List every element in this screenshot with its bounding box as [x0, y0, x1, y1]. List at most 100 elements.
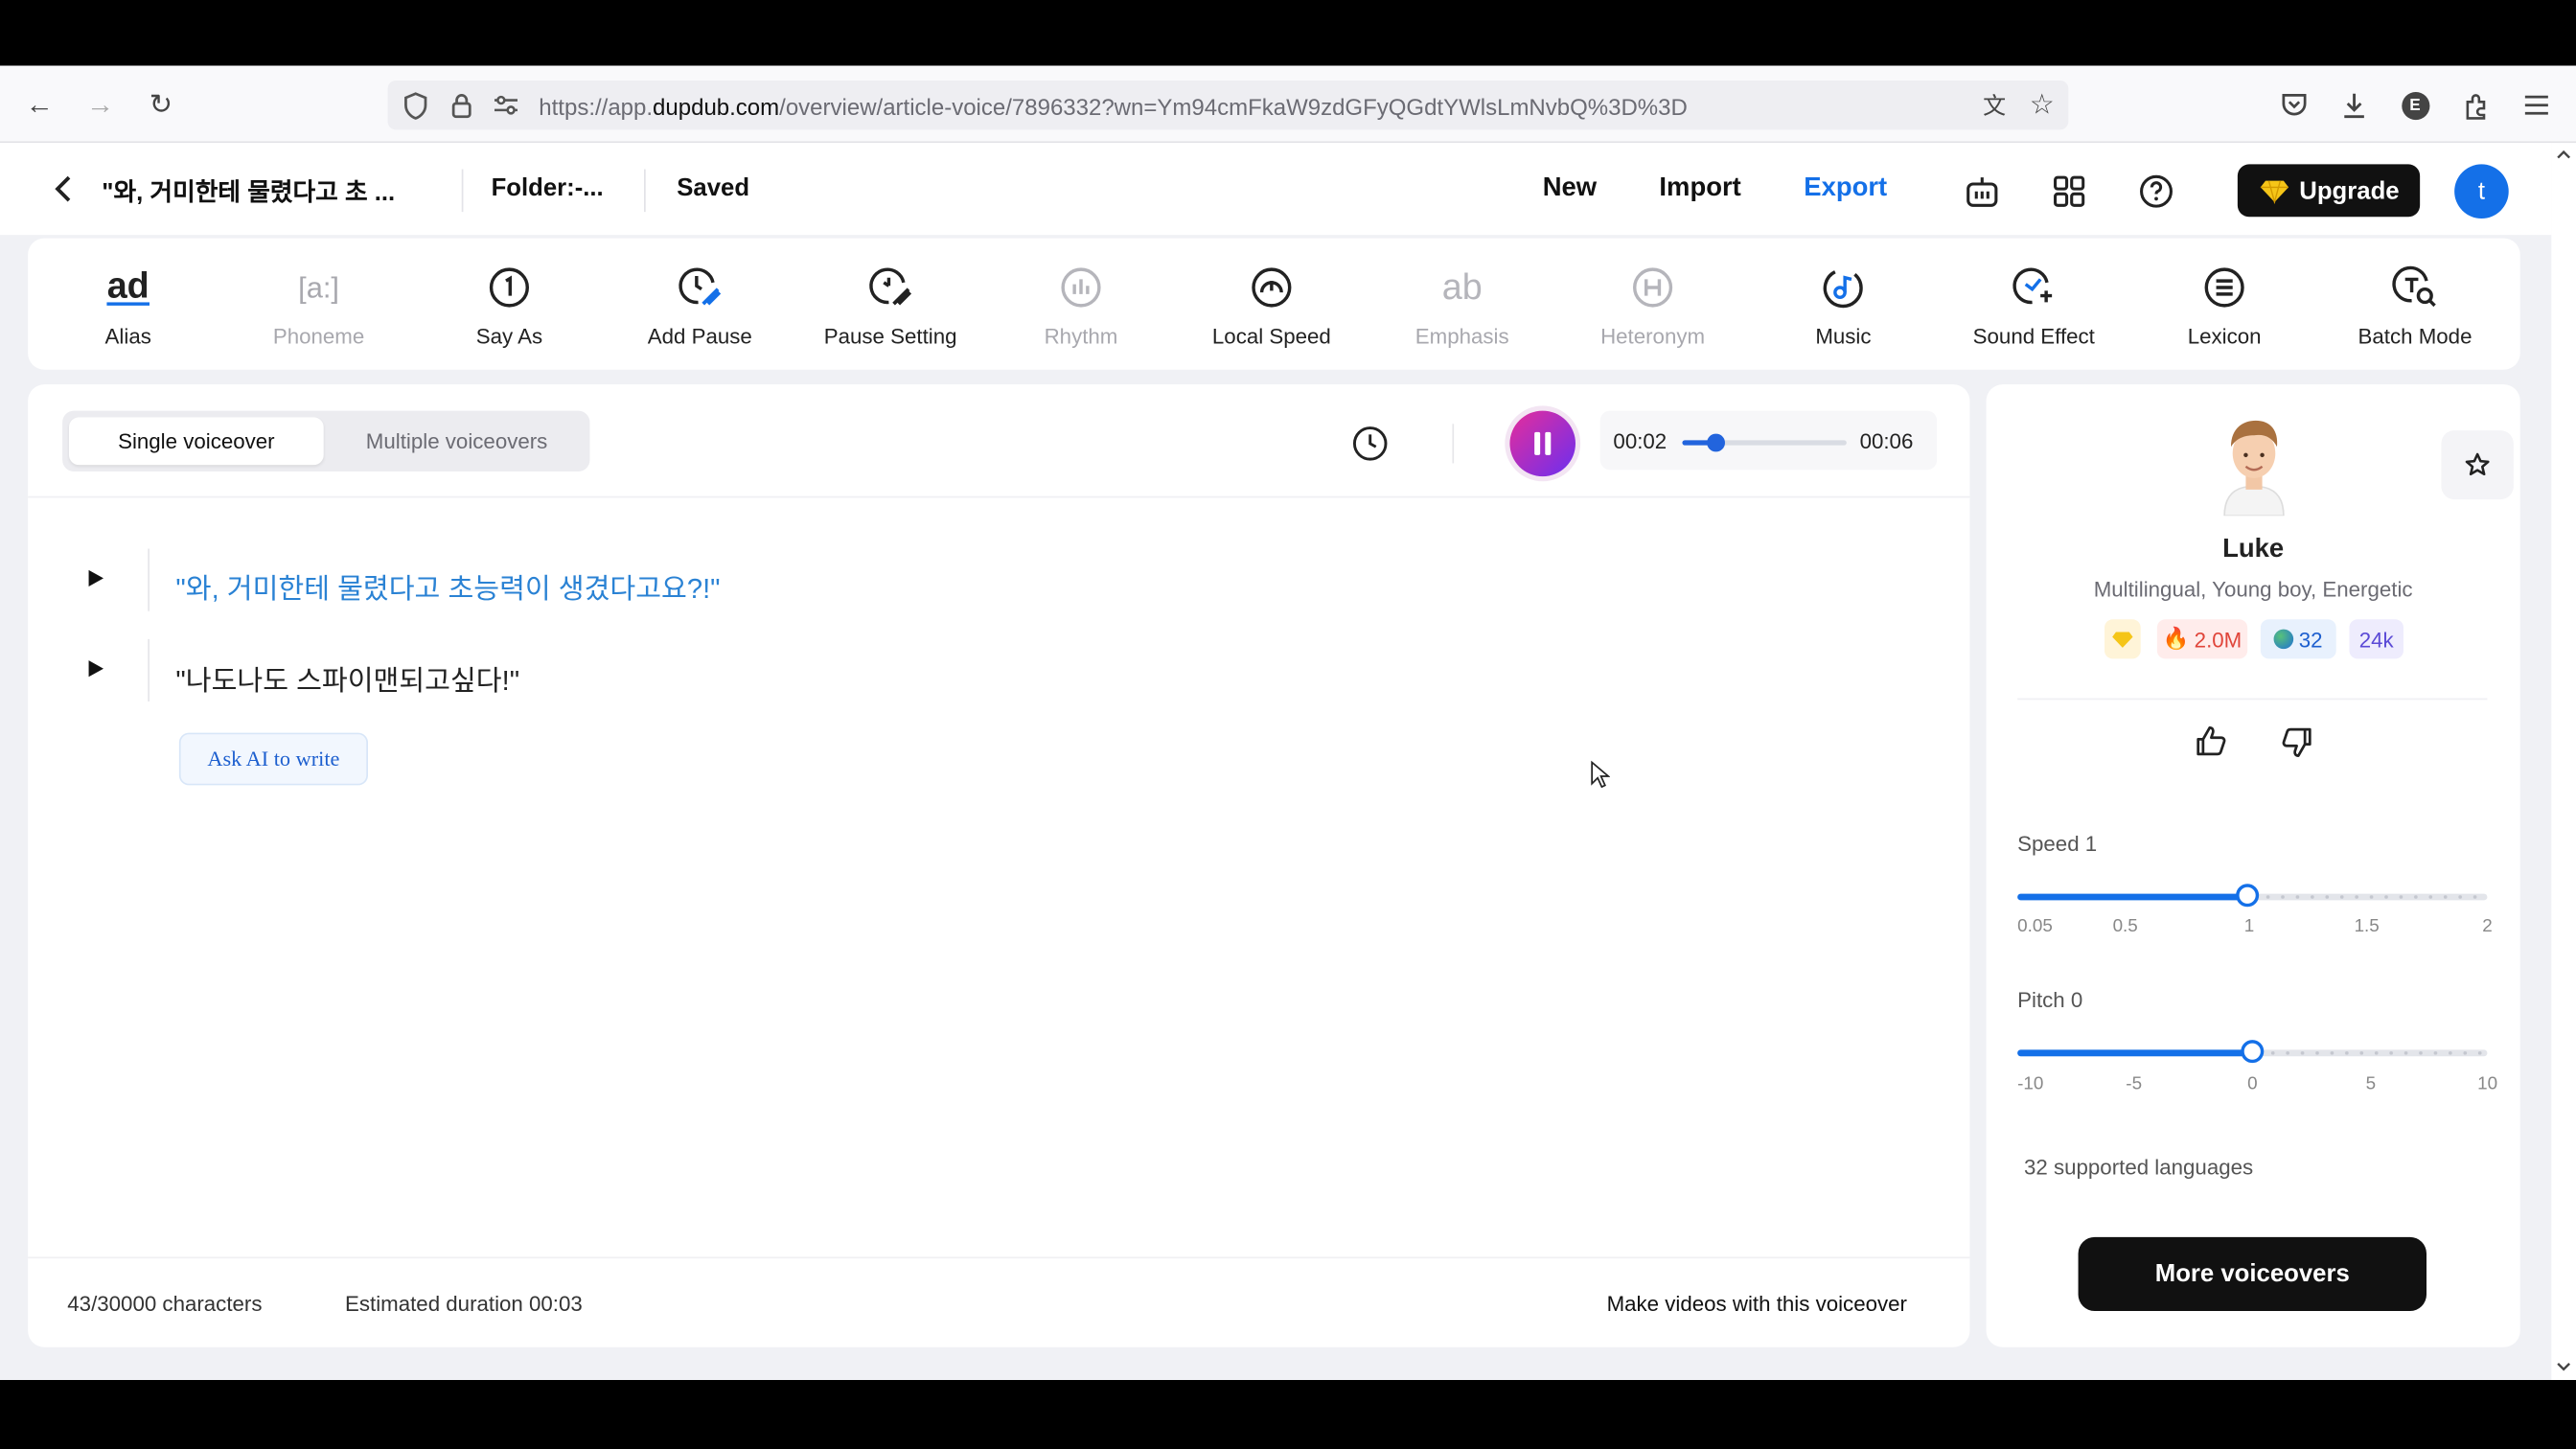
- thumbs-up-icon[interactable]: [2194, 723, 2230, 759]
- pause-icon: [1534, 431, 1552, 455]
- speed-tick: 1: [2243, 916, 2255, 937]
- supported-languages-link[interactable]: 32 supported languages: [2024, 1155, 2253, 1180]
- tool-lexicon[interactable]: Lexicon: [2134, 239, 2315, 370]
- pocket-icon[interactable]: [2277, 89, 2310, 122]
- pitch-tick: 10: [2477, 1074, 2498, 1094]
- tool-alias[interactable]: ad Alias: [37, 239, 218, 370]
- voiceover-mode-toggle: Single voiceover Multiple voiceovers: [62, 410, 590, 472]
- rhythm-icon: [1056, 263, 1105, 311]
- multiple-voiceovers-tab[interactable]: Multiple voiceovers: [331, 417, 584, 465]
- forward-icon[interactable]: →: [83, 89, 116, 122]
- import-button[interactable]: Import: [1659, 174, 1740, 204]
- pitch-tick: 0: [2247, 1074, 2258, 1094]
- pitch-tick: -5: [2126, 1074, 2143, 1094]
- new-button[interactable]: New: [1543, 174, 1597, 204]
- shield-icon[interactable]: [401, 90, 430, 120]
- tool-rhythm[interactable]: Rhythm: [991, 239, 1172, 370]
- lock-icon[interactable]: [447, 90, 476, 120]
- app-header: "와, 거미한테 물렸다고 초 ... Folder:-... Saved Ne…: [0, 143, 2552, 236]
- favorite-button[interactable]: [2441, 430, 2514, 500]
- play-line-1-icon[interactable]: [88, 569, 104, 586]
- folder-label[interactable]: Folder:-...: [492, 174, 604, 202]
- user-avatar[interactable]: t: [2454, 164, 2509, 218]
- back-arrow-icon[interactable]: [46, 172, 79, 205]
- help-icon[interactable]: [2136, 171, 2175, 210]
- make-videos-link[interactable]: Make videos with this voiceover: [1607, 1291, 1907, 1316]
- translate-icon[interactable]: 文: [1978, 90, 2011, 120]
- apps-grid-icon[interactable]: [2049, 171, 2088, 210]
- more-voiceovers-button[interactable]: More voiceovers: [2078, 1236, 2426, 1311]
- divider: [28, 1256, 1970, 1259]
- pitch-slider[interactable]: [2017, 1040, 2488, 1064]
- project-title[interactable]: "와, 거미한테 물렸다고 초 ...: [102, 174, 395, 209]
- batch-mode-icon: [2390, 263, 2439, 311]
- voice-avatar[interactable]: [2215, 414, 2293, 518]
- tool-label: Say As: [475, 323, 543, 349]
- line-gutter: [148, 638, 150, 702]
- tool-local-speed[interactable]: Local Speed: [1182, 239, 1363, 370]
- script-line-2[interactable]: "나도나도 스파이맨되고싶다!": [175, 657, 519, 699]
- voice-name: Luke: [2222, 535, 2285, 564]
- add-pause-icon: [676, 263, 724, 311]
- tool-say-as[interactable]: Say As: [419, 239, 600, 370]
- tool-phoneme[interactable]: [a:] Phoneme: [228, 239, 409, 370]
- download-icon[interactable]: [2337, 89, 2370, 122]
- languages-badge: 32: [2260, 619, 2336, 659]
- tool-sound-effect[interactable]: Sound Effect: [1944, 239, 2125, 370]
- reload-icon[interactable]: ↻: [145, 89, 177, 122]
- tool-add-pause[interactable]: Add Pause: [610, 239, 791, 370]
- export-button[interactable]: Export: [1804, 174, 1887, 204]
- page-scrollbar[interactable]: [2551, 143, 2576, 1381]
- upgrade-label: Upgrade: [2299, 176, 2400, 205]
- bookmark-star-icon[interactable]: ☆: [2026, 89, 2058, 122]
- back-icon[interactable]: ←: [23, 89, 56, 122]
- alias-icon: ad: [106, 264, 150, 306]
- url-text[interactable]: https://app.dupdub.com/overview/article-…: [539, 94, 1688, 120]
- script-editor: Single voiceover Multiple voiceovers 00:…: [28, 384, 1970, 1347]
- current-time: 00:02: [1613, 428, 1668, 454]
- upgrade-button[interactable]: Upgrade: [2237, 164, 2421, 218]
- tool-music[interactable]: Music: [1753, 239, 1934, 370]
- pause-button[interactable]: [1509, 410, 1576, 477]
- playback-progress-handle[interactable]: [1707, 433, 1725, 452]
- tool-label: Phoneme: [272, 323, 365, 349]
- address-bar[interactable]: https://app.dupdub.com/overview/article-…: [387, 80, 2069, 130]
- dupdub-app: "와, 거미한테 물렸다고 초 ... Folder:-... Saved Ne…: [0, 143, 2552, 1381]
- profile-icon[interactable]: E: [2399, 89, 2431, 122]
- single-voiceover-tab[interactable]: Single voiceover: [69, 417, 324, 466]
- globe-icon: [2274, 629, 2294, 650]
- play-line-2-icon[interactable]: [88, 660, 104, 678]
- music-icon: [1819, 263, 1868, 311]
- scroll-down-icon[interactable]: [2556, 1362, 2570, 1371]
- speed-slider-handle[interactable]: [2236, 884, 2260, 908]
- history-clock-icon[interactable]: [1350, 424, 1390, 463]
- robot-icon[interactable]: [1962, 171, 2001, 210]
- tool-heteronym[interactable]: Heteronym: [1562, 239, 1743, 370]
- permissions-icon[interactable]: [492, 90, 521, 120]
- thumbs-down-icon[interactable]: [2279, 724, 2315, 761]
- speed-slider[interactable]: [2017, 884, 2488, 908]
- pitch-slider-handle[interactable]: [2241, 1040, 2265, 1064]
- tool-label: Music: [1815, 323, 1872, 349]
- speed-tick: 1.5: [2354, 916, 2380, 937]
- browser-toolbar: ← → ↻ https://app.dupdub.com/overview/ar…: [0, 65, 2576, 144]
- pitch-slider-fill: [2017, 1049, 2253, 1057]
- script-line-1[interactable]: "와, 거미한테 물렸다고 초능력이 생겼다고요?!": [175, 565, 720, 607]
- tool-pause-setting[interactable]: Pause Setting: [800, 239, 981, 370]
- tool-label: Lexicon: [2187, 323, 2262, 349]
- diamond-icon: [2112, 631, 2133, 648]
- tool-emphasis[interactable]: ab Emphasis: [1371, 239, 1552, 370]
- lexicon-icon: [2199, 263, 2248, 311]
- voice-settings-panel: Luke Multilingual, Young boy, Energetic …: [1986, 384, 2520, 1347]
- extensions-icon[interactable]: [2459, 89, 2492, 122]
- menu-icon[interactable]: [2520, 89, 2553, 122]
- url-path: /overview/article-voice/7896332?wn=Ym94c…: [779, 93, 1688, 121]
- estimated-duration: Estimated duration 00:03: [345, 1291, 583, 1317]
- playback-progress-bar[interactable]: [1682, 433, 1847, 452]
- plays-badge: 🔥 2.0M: [2156, 619, 2248, 659]
- save-status: Saved: [677, 173, 750, 202]
- ask-ai-button[interactable]: Ask AI to write: [178, 732, 368, 786]
- tool-label: Local Speed: [1211, 323, 1331, 349]
- scroll-up-icon[interactable]: [2556, 150, 2570, 159]
- tool-batch-mode[interactable]: Batch Mode: [2325, 239, 2506, 370]
